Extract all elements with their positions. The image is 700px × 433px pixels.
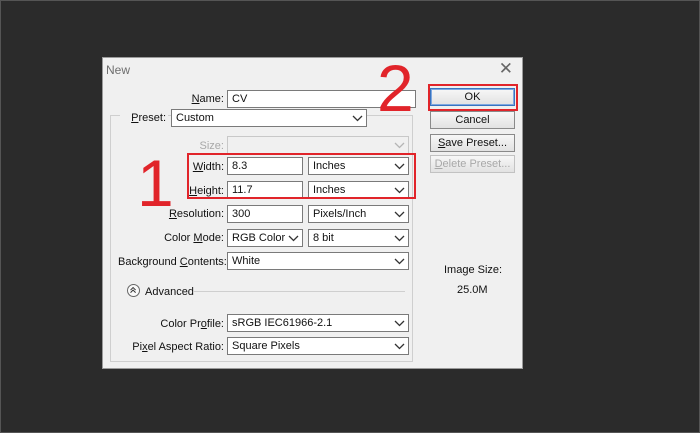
cancel-button[interactable]: Cancel xyxy=(430,111,515,129)
chevron-down-icon xyxy=(394,211,405,218)
size-label: Size: xyxy=(199,140,224,152)
pixel-aspect-label: Pixel Aspect Ratio: xyxy=(132,341,224,353)
background-contents-select[interactable]: White xyxy=(227,252,409,270)
preset-select[interactable]: Custom xyxy=(171,109,367,127)
color-profile-select[interactable]: sRGB IEC61966-2.1 xyxy=(227,314,409,332)
double-chevron-up-icon xyxy=(130,286,136,293)
size-select[interactable] xyxy=(227,136,409,154)
image-size-label: Image Size: xyxy=(444,264,503,276)
preset-value: Custom xyxy=(176,112,214,124)
resolution-unit-value: Pixels/Inch xyxy=(313,208,367,220)
preset-label: Preset: xyxy=(120,112,168,124)
chevron-down-icon xyxy=(352,115,363,122)
color-mode-select[interactable]: RGB Color xyxy=(227,229,303,247)
resolution-unit-select[interactable]: Pixels/Inch xyxy=(308,205,409,223)
pixel-aspect-select[interactable]: Square Pixels xyxy=(227,337,409,355)
background-contents-label: Background Contents: xyxy=(118,256,227,268)
advanced-divider xyxy=(193,291,405,292)
step-number-1: 1 xyxy=(137,146,174,220)
dialog-title: New xyxy=(106,63,131,77)
color-profile-value: sRGB IEC61966-2.1 xyxy=(232,317,333,329)
chevron-down-icon xyxy=(394,258,405,265)
chevron-down-icon xyxy=(288,235,299,242)
bit-depth-select[interactable]: 8 bit xyxy=(308,229,409,247)
save-preset-button[interactable]: Save Preset... xyxy=(430,134,515,152)
advanced-toggle[interactable] xyxy=(127,284,140,297)
step-number-2: 2 xyxy=(377,51,414,125)
chevron-down-icon xyxy=(394,343,405,350)
bit-depth-value: 8 bit xyxy=(313,232,334,244)
resolution-input[interactable]: 300 xyxy=(227,205,303,223)
chevron-down-icon xyxy=(394,142,405,149)
highlight-box-size-fields xyxy=(187,153,416,199)
image-size-value: 25.0M xyxy=(457,284,488,296)
advanced-label: Advanced xyxy=(145,286,194,298)
color-mode-label: Color Mode: xyxy=(164,232,224,244)
color-mode-value: RGB Color xyxy=(232,232,286,244)
delete-preset-button[interactable]: Delete Preset... xyxy=(430,155,515,173)
background-value: White xyxy=(232,255,261,267)
close-icon[interactable]: ✕ xyxy=(499,60,513,77)
highlight-box-ok-button xyxy=(428,84,518,111)
pixel-aspect-value: Square Pixels xyxy=(232,340,300,352)
color-profile-label: Color Profile: xyxy=(160,318,224,330)
chevron-down-icon xyxy=(394,235,405,242)
chevron-down-icon xyxy=(394,320,405,327)
name-label: Name: xyxy=(191,93,224,105)
